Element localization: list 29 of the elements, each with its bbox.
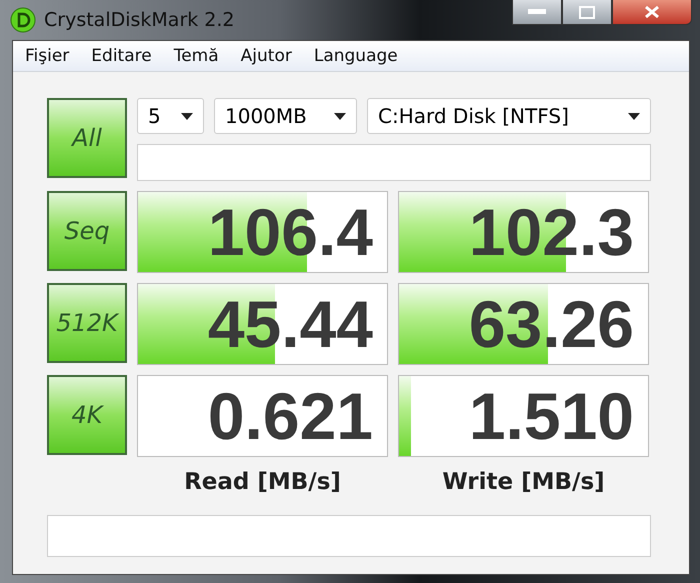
result-value: 0.621: [208, 383, 373, 449]
disk-logo-icon: [10, 7, 36, 33]
column-heading: Read [MB/s]: [183, 469, 342, 495]
minimize-button[interactable]: [512, 0, 562, 25]
size-dropdown[interactable]: 1000MB: [214, 98, 357, 134]
all-button[interactable]: All: [47, 98, 127, 178]
test-button[interactable]: 512K: [47, 283, 127, 363]
maximize-button[interactable]: [562, 0, 612, 25]
window-title: CrystalDiskMark 2.2: [44, 9, 235, 31]
test-button[interactable]: Seq: [47, 191, 127, 271]
caret-icon: [628, 112, 640, 120]
caret-icon: [334, 112, 346, 120]
caret-icon: [181, 112, 193, 120]
result-value: 45.44: [208, 291, 373, 357]
menu-item[interactable]: Temă: [174, 46, 219, 66]
result-value: 63.26: [468, 291, 634, 357]
minimize-icon: [528, 9, 546, 15]
close-button[interactable]: [612, 0, 692, 25]
result-value: 1.510: [468, 383, 634, 449]
column-heading: Write [MB/s]: [441, 469, 606, 495]
menu-item[interactable]: Fişier: [25, 46, 70, 66]
test-button[interactable]: 4K: [47, 375, 127, 455]
maximize-icon: [579, 6, 595, 18]
close-icon: [644, 5, 660, 19]
menu-item[interactable]: Editare: [91, 46, 152, 66]
count-dropdown[interactable]: 5: [137, 98, 204, 134]
menu-item[interactable]: Ajutor: [240, 46, 292, 66]
menu-item[interactable]: Language: [314, 46, 398, 66]
drive-dropdown[interactable]: C:Hard Disk [NTFS]: [367, 98, 651, 134]
